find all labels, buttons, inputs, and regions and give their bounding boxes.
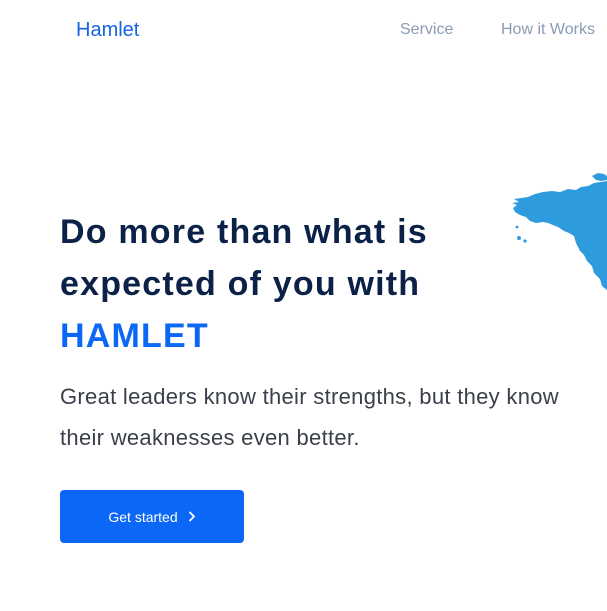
nav-link-service[interactable]: Service — [400, 20, 453, 40]
hero-title-line-2: expected of you with — [60, 265, 421, 303]
get-started-button[interactable]: Get started — [60, 490, 244, 543]
world-map-illustration — [512, 173, 607, 290]
landing-page: Hamlet Service How it Works Do more than… — [0, 0, 607, 611]
hero-subtitle: Great leaders know their strengths, but … — [60, 384, 559, 450]
chevron-right-icon — [188, 511, 196, 522]
hero-title-accent: HAMLET — [60, 317, 209, 355]
nav-link-how-it-works[interactable]: How it Works — [501, 20, 595, 40]
hero-title-line-1: Do more than what is — [60, 213, 428, 251]
get-started-label: Get started — [108, 508, 178, 525]
hero-title: Do more than what is expected of you wit… — [60, 206, 428, 362]
brand-logo-link[interactable]: Hamlet — [76, 18, 139, 42]
top-navigation: Hamlet Service How it Works — [0, 0, 607, 60]
